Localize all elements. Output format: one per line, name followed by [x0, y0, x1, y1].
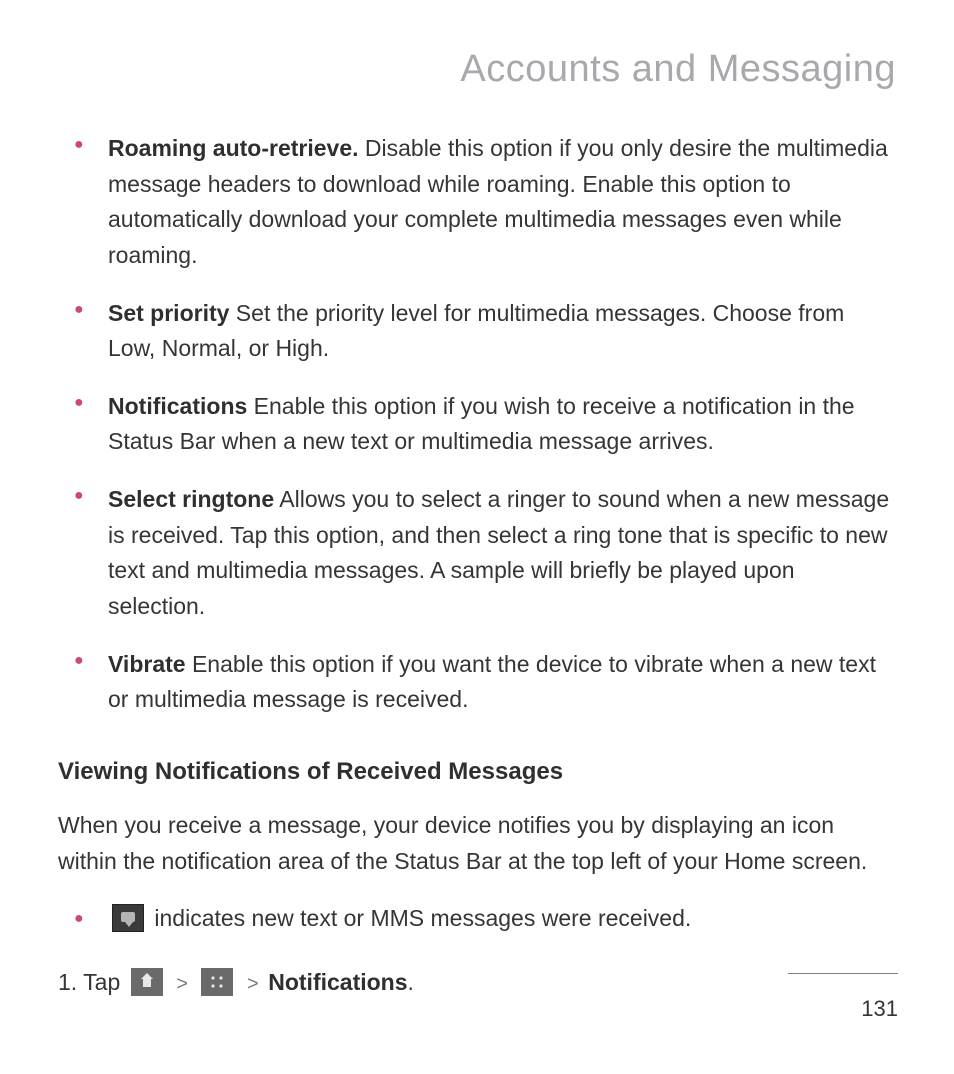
bullet-desc: Enable this option if you want the devic… — [108, 651, 876, 713]
icon-bullet-new-message: indicates new text or MMS messages were … — [108, 901, 896, 937]
step-1: 1. Tap > > Notifications. — [58, 965, 896, 1001]
step-number: 1. — [58, 969, 77, 995]
footer-divider — [788, 973, 898, 974]
icon-bullet-text: indicates new text or MMS messages were … — [148, 905, 691, 931]
bullet-term: Roaming auto-retrieve. — [108, 135, 359, 161]
step-period: . — [408, 969, 414, 995]
settings-bullet-list: Roaming auto-retrieve. Disable this opti… — [58, 131, 896, 718]
bullet-select-ringtone: Select ringtone Allows you to select a r… — [108, 482, 896, 625]
bullet-term: Vibrate — [108, 651, 186, 677]
section-body-text: When you receive a message, your device … — [58, 808, 896, 879]
apps-icon — [201, 968, 233, 996]
bullet-term: Select ringtone — [108, 486, 274, 512]
bullet-roaming-auto-retrieve: Roaming auto-retrieve. Disable this opti… — [108, 131, 896, 274]
home-icon — [131, 968, 163, 996]
page-number: 131 — [861, 996, 898, 1022]
step-destination: Notifications — [268, 969, 407, 995]
section-heading-viewing-notifications: Viewing Notifications of Received Messag… — [58, 758, 896, 786]
page-title: Accounts and Messaging — [58, 48, 896, 91]
step-verb: Tap — [77, 969, 126, 995]
breadcrumb-chevron: > — [241, 973, 264, 995]
bullet-term: Notifications — [108, 393, 247, 419]
breadcrumb-chevron: > — [171, 973, 194, 995]
bullet-notifications: Notifications Enable this option if you … — [108, 389, 896, 460]
bullet-set-priority: Set priority Set the priority level for … — [108, 296, 896, 367]
bullet-term: Set priority — [108, 300, 229, 326]
icon-bullet-list: indicates new text or MMS messages were … — [58, 901, 896, 937]
bullet-vibrate: Vibrate Enable this option if you want t… — [108, 647, 896, 718]
page-content: Roaming auto-retrieve. Disable this opti… — [58, 131, 896, 1001]
message-icon — [112, 904, 144, 932]
